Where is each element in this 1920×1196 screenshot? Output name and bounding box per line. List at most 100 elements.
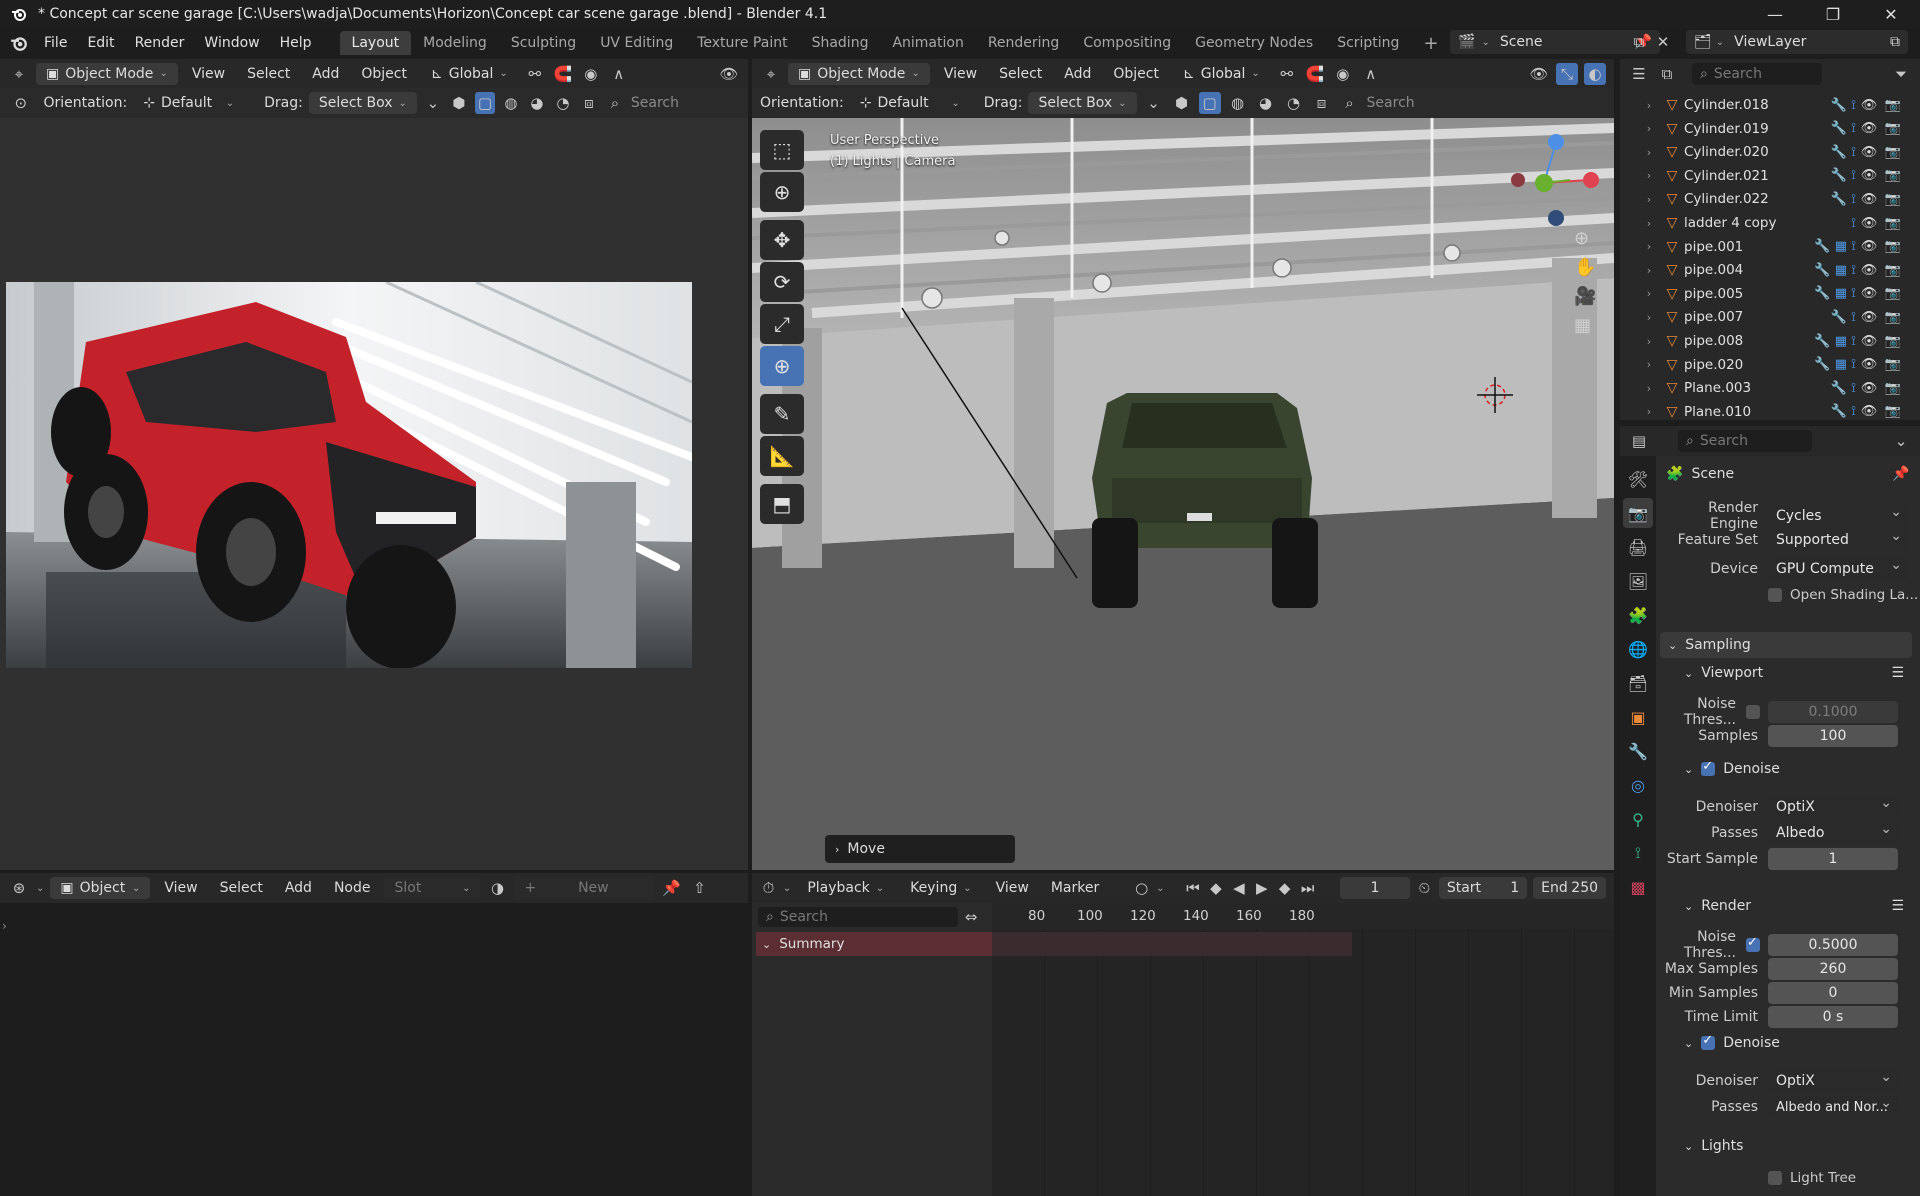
workspace-tab-animation[interactable]: Animation xyxy=(880,31,975,55)
r-min-value[interactable]: 0 xyxy=(1768,982,1898,1004)
eye-icon[interactable]: 👁 xyxy=(1857,145,1881,160)
swap-icon[interactable]: ⇔ xyxy=(960,906,982,928)
new-viewlayer-icon[interactable]: ⧉ xyxy=(1890,34,1900,50)
cursor-tool[interactable]: ⊕ xyxy=(760,172,804,212)
shading-material-icon[interactable]: ◕ xyxy=(1255,92,1277,114)
vp-denoise-header[interactable]: ⌄ Denoise xyxy=(1684,759,1780,777)
modifier-icons[interactable]: 🔧 ▦ ⟟ xyxy=(1794,286,1856,301)
menu-view[interactable]: View xyxy=(936,66,985,82)
falloff-icon[interactable]: ∧ xyxy=(608,63,630,85)
scene-tab-icon[interactable]: 🧩 xyxy=(1623,600,1653,630)
camera-icon[interactable]: 📷 xyxy=(1881,98,1905,113)
menu-object[interactable]: Object xyxy=(1105,66,1167,82)
vp-noise-value[interactable]: 0.1000 xyxy=(1768,701,1898,723)
pin-icon[interactable]: 📌 xyxy=(660,877,682,899)
workspace-tab-scripting[interactable]: Scripting xyxy=(1325,31,1411,55)
material-sphere-icon[interactable]: ◑ xyxy=(486,877,508,899)
display-mode-icon[interactable]: ⧉ xyxy=(1656,63,1678,85)
node-editor-area[interactable]: › xyxy=(0,903,748,1196)
gizmo-icon[interactable]: ⤡ xyxy=(1556,62,1578,85)
tool-tab-icon[interactable]: 🛠 xyxy=(1623,464,1653,494)
chevron-right-icon[interactable]: › xyxy=(1638,358,1660,371)
snap-icon[interactable]: 🧲 xyxy=(1304,63,1326,85)
feature-set-dropdown[interactable]: Supported xyxy=(1768,528,1908,551)
proportional-edit-icon[interactable]: ◉ xyxy=(580,63,602,85)
close-window-button[interactable]: ✕ xyxy=(1862,0,1920,28)
menu-file[interactable]: File xyxy=(34,35,77,51)
eye-icon[interactable]: 👁 xyxy=(1857,98,1881,113)
zoom-icon[interactable]: ⊕ xyxy=(1574,228,1596,249)
workspace-tab-layout[interactable]: Layout xyxy=(339,31,412,55)
open-shading-checkbox[interactable] xyxy=(1768,588,1782,602)
visibility-icon[interactable]: 👁 xyxy=(1528,63,1550,85)
pivot-icon[interactable]: ⚯ xyxy=(524,63,546,85)
start-frame-field[interactable]: Start 1 xyxy=(1438,877,1528,899)
outliner-item[interactable]: › ▽ Cylinder.018 🔧 ⟟ 👁 📷 xyxy=(1620,93,1905,117)
filter-icon[interactable]: ⏷ xyxy=(1890,63,1912,85)
sampling-panel-header[interactable]: ⌄ Sampling xyxy=(1660,632,1912,658)
eye-icon[interactable]: 👁 xyxy=(1857,168,1881,183)
eye-icon[interactable]: 👁 xyxy=(1857,192,1881,207)
last-operator-panel[interactable]: › Move xyxy=(825,835,1015,863)
camera-icon[interactable]: 📷 xyxy=(1881,334,1905,349)
drag-dropdown[interactable]: Select Box ⌄ xyxy=(308,92,417,114)
chevron-right-icon[interactable]: › xyxy=(1638,240,1660,253)
modifier-icons[interactable]: 🔧 ▦ ⟟ xyxy=(1794,334,1856,349)
camera-icon[interactable]: 📷 xyxy=(1881,286,1905,301)
left-search-input[interactable]: Search xyxy=(631,95,740,111)
chevron-down-icon[interactable]: ⌄ xyxy=(1890,430,1912,452)
main-viewport-area[interactable]: User Perspective (1) Lights | Camera ⬚ ⊕… xyxy=(752,118,1614,870)
modifier-icons[interactable]: 🔧 ⟟ xyxy=(1794,310,1856,325)
menu-view[interactable]: View xyxy=(184,66,233,82)
chevron-right-icon[interactable]: › xyxy=(1638,311,1660,324)
menu-marker[interactable]: Marker xyxy=(1043,880,1107,896)
editor-type-icon[interactable]: ⌖ xyxy=(8,63,30,85)
node-object-selector[interactable]: ▣ Object ⌄ xyxy=(50,877,151,899)
r-noise-value[interactable]: 0.5000 xyxy=(1768,934,1898,956)
new-material-button[interactable]: + New xyxy=(514,877,655,899)
modifier-icons[interactable]: 🔧 ▦ ⟟ xyxy=(1794,357,1856,372)
shading-wire-icon[interactable]: ◍ xyxy=(1227,92,1249,114)
modifier-icons[interactable]: 🔧 ▦ ⟟ xyxy=(1794,263,1856,278)
viewport-subpanel-header[interactable]: ⌄ Viewport ☰ xyxy=(1684,661,1904,685)
parent-node-icon[interactable]: ⇧ xyxy=(688,877,710,899)
jump-start-icon[interactable]: ⏮ xyxy=(1185,877,1202,899)
eye-icon[interactable]: 👁 xyxy=(1857,216,1881,231)
vp-denoiser-dropdown[interactable]: OptiX xyxy=(1768,795,1898,818)
chevron-right-icon[interactable]: › xyxy=(1638,217,1660,230)
r-passes-dropdown[interactable]: Albedo and Nor... xyxy=(1768,1095,1898,1118)
texture-tab-icon[interactable]: ▩ xyxy=(1623,872,1653,902)
timeline-editor-icon[interactable]: ⏱ xyxy=(760,877,777,899)
workspace-tab-geometry-nodes[interactable]: Geometry Nodes xyxy=(1183,31,1325,55)
outliner-item[interactable]: › ▽ ladder 4 copy ⟟ 👁 📷 xyxy=(1620,211,1905,235)
modifiers-tab-icon[interactable]: 🔧 xyxy=(1623,736,1653,766)
orientation-dropdown[interactable]: ⊹ Default ⌄ xyxy=(133,92,244,114)
r-denoise-header[interactable]: ⌄ Denoise xyxy=(1684,1033,1780,1051)
device-dropdown[interactable]: GPU Compute xyxy=(1768,557,1908,580)
shading-xray-icon[interactable]: ⧈ xyxy=(1311,92,1333,114)
blender-menu-icon[interactable] xyxy=(8,32,30,54)
outliner-item[interactable]: › ▽ Plane.010 🔧 ⟟ 👁 📷 xyxy=(1620,400,1905,420)
left-viewport-area[interactable] xyxy=(0,118,748,870)
camera-icon[interactable]: 📷 xyxy=(1881,310,1905,325)
grid-view-icon[interactable]: ▦ xyxy=(1574,315,1596,336)
menu-select[interactable]: Select xyxy=(239,66,298,82)
menu-node[interactable]: Node xyxy=(326,880,379,896)
modifier-icons[interactable]: 🔧 ⟟ xyxy=(1794,145,1856,160)
chevron-right-icon[interactable]: › xyxy=(1638,193,1660,206)
menu-render[interactable]: Render xyxy=(125,35,195,51)
camera-icon[interactable]: 📷 xyxy=(1881,216,1905,231)
menu-view[interactable]: View xyxy=(156,880,205,896)
world-tab-icon[interactable]: 🌐 xyxy=(1623,634,1653,664)
camera-icon[interactable]: 📷 xyxy=(1881,381,1905,396)
modifier-icons[interactable]: ⟟ xyxy=(1794,216,1856,231)
current-frame-field[interactable]: 1 xyxy=(1340,877,1410,899)
workspace-tab-shading[interactable]: Shading xyxy=(800,31,881,55)
jump-end-icon[interactable]: ⏭ xyxy=(1299,877,1316,899)
modifier-icons[interactable]: 🔧 ⟟ xyxy=(1794,168,1856,183)
view-layer-tab-icon[interactable]: 🖼 xyxy=(1623,566,1653,596)
menu-add[interactable]: Add xyxy=(1056,66,1099,82)
chevron-right-icon[interactable]: › xyxy=(1638,287,1660,300)
menu-select[interactable]: Select xyxy=(991,66,1050,82)
minimize-button[interactable]: — xyxy=(1746,0,1804,28)
